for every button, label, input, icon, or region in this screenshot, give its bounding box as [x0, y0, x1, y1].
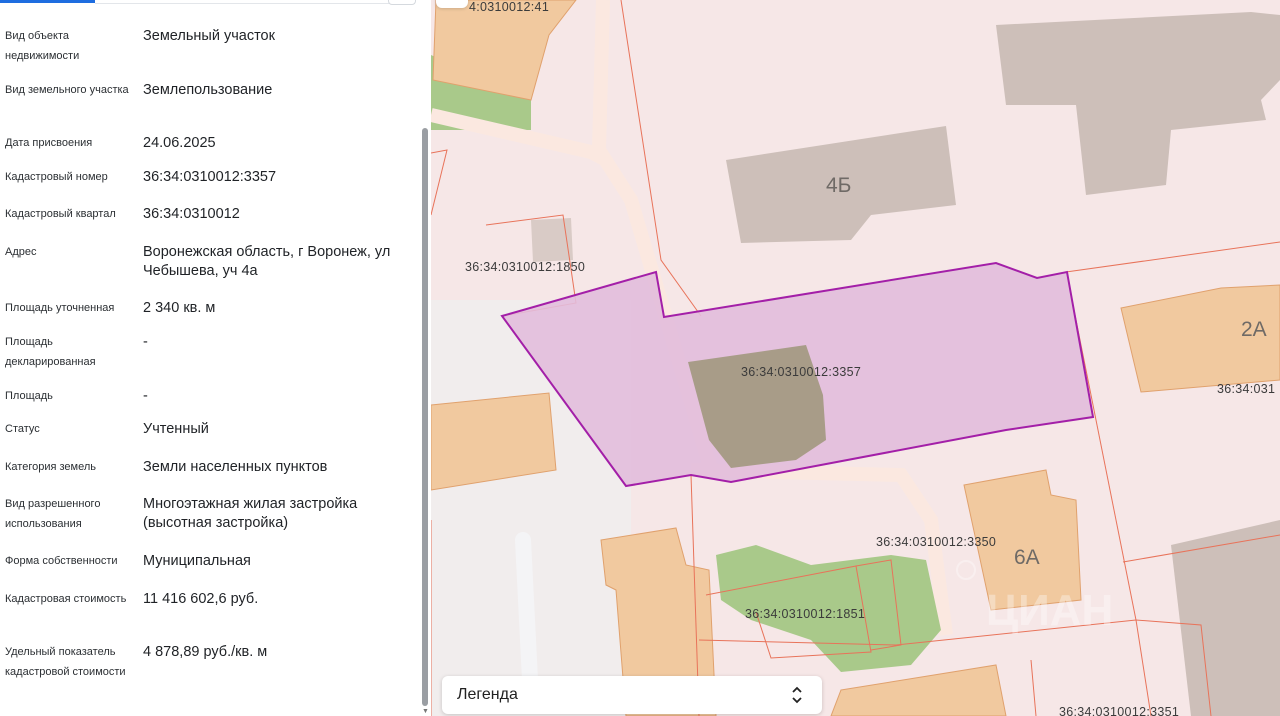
property-label: Категория земель [5, 461, 96, 473]
building [1171, 520, 1280, 716]
scroll-down-arrow-icon[interactable]: ▼ [420, 708, 431, 716]
property-value: 24.06.2025 [143, 135, 216, 151]
property-label: Дата присвоения [5, 137, 93, 149]
property-label: Кадастровый номер [5, 171, 108, 183]
property-label: Удельный показатель кадастровой стоимост… [5, 646, 126, 678]
parcel-label: 36:34:0310012:1850 [465, 260, 585, 274]
property-label: Кадастровый квартал [5, 208, 116, 220]
parcel-label: 36:34:0310012:1851 [745, 607, 865, 621]
property-label: Форма собственности [5, 555, 118, 567]
property-label: Статус [5, 423, 40, 435]
map-canvas[interactable]: 4Б 2А 6А 4:0310012:41 36:34:0310012:1850… [431, 0, 1280, 716]
watermark-pin-icon [956, 560, 976, 580]
building-label-2a: 2А [1241, 318, 1267, 341]
tab-divider [95, 3, 415, 4]
property-value: 2 340 кв. м [143, 300, 216, 316]
property-value: Земли населенных пунктов [143, 459, 328, 475]
property-label: Кадастровая стоимость [5, 593, 127, 605]
property-value: Муниципальная [143, 553, 251, 569]
property-value: - [143, 388, 148, 404]
property-value: - [143, 334, 148, 350]
property-value: Земельный участок [143, 28, 275, 44]
property-label: Вид объекта недвижимости [5, 30, 80, 62]
building-label-6a: 6А [1014, 546, 1040, 569]
building [996, 12, 1280, 195]
property-label: Вид разрешенного использования [5, 498, 101, 530]
property-label: Площадь уточненная [5, 302, 115, 314]
property-value: Землепользование [143, 82, 273, 98]
chevron-up-down-icon [792, 686, 802, 704]
property-label: Площадь декларированная [5, 336, 96, 368]
property-value: Учтенный [143, 421, 209, 437]
property-label: Адрес [5, 246, 37, 258]
scrollbar-thumb[interactable] [422, 128, 428, 706]
property-details-panel: Вид объекта недвижимости Земельный участ… [0, 0, 431, 716]
property-value: 11 416 602,6 руб. [143, 591, 259, 607]
active-tab-indicator [0, 0, 95, 3]
property-value: Многоэтажная жилая застройка (высотная з… [143, 496, 358, 531]
building [830, 664, 1007, 716]
building-label-4b: 4Б [826, 174, 851, 197]
property-value: 4 878,89 руб./кв. м [143, 644, 268, 660]
property-label: Площадь [5, 390, 53, 402]
parcel-label: 36:34:031 [1217, 382, 1275, 396]
cadastral-number-value: 36:34:0310012:3357 [143, 169, 277, 185]
watermark-text: ЦИАН [986, 586, 1113, 635]
parcel-label: 36:34:0310012:3351 [1059, 705, 1179, 716]
cadastral-map[interactable]: 4Б 2А 6А 4:0310012:41 36:34:0310012:1850… [431, 0, 1280, 716]
address-value: Воронежская область, г Воронеж, ул Чебыш… [143, 244, 391, 279]
legend-dropdown[interactable]: Легенда [442, 676, 822, 714]
map-control-button[interactable] [436, 0, 468, 8]
tab-control[interactable] [388, 0, 416, 5]
selected-parcel-label: 36:34:0310012:3357 [741, 365, 861, 379]
parcel-label: 36:34:0310012:3350 [876, 535, 996, 549]
property-label: Вид земельного участка [5, 84, 129, 96]
property-value: 36:34:0310012 [143, 206, 240, 222]
parcel-label: 4:0310012:41 [469, 0, 549, 14]
legend-label: Легенда [457, 686, 518, 703]
